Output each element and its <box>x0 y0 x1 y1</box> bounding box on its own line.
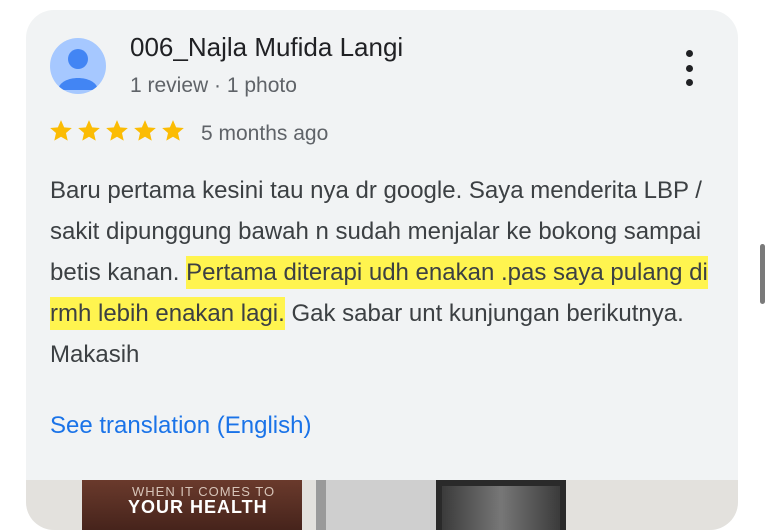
scrollbar[interactable] <box>760 244 765 304</box>
star-icon <box>78 120 100 141</box>
star-rating <box>48 118 186 144</box>
poster-line2: YOUR HEALTH <box>128 497 268 517</box>
see-translation-link[interactable]: See translation (English) <box>50 412 311 440</box>
review-photo[interactable]: WHEN IT COMES TO YOUR HEALTH <box>82 480 302 530</box>
avatar[interactable] <box>50 38 106 94</box>
reviewer-name[interactable]: 006_Najla Mufida Langi <box>130 32 403 63</box>
star-icon <box>106 120 128 141</box>
star-icon <box>134 120 156 141</box>
review-text: Baru pertama kesini tau nya dr google. S… <box>50 170 710 375</box>
star-icon <box>50 120 72 141</box>
reviewer-meta: 1 review · 1 photo <box>130 74 297 97</box>
review-photo-strip[interactable]: WHEN IT COMES TO YOUR HEALTH <box>26 480 738 530</box>
photo-frame <box>316 480 446 530</box>
review-card: 006_Najla Mufida Langi 1 review · 1 phot… <box>26 10 738 530</box>
more-vert-icon[interactable] <box>674 46 704 90</box>
star-icon <box>162 120 184 141</box>
review-time: 5 months ago <box>201 122 329 145</box>
person-icon <box>58 49 98 90</box>
photo-frame <box>436 480 566 530</box>
